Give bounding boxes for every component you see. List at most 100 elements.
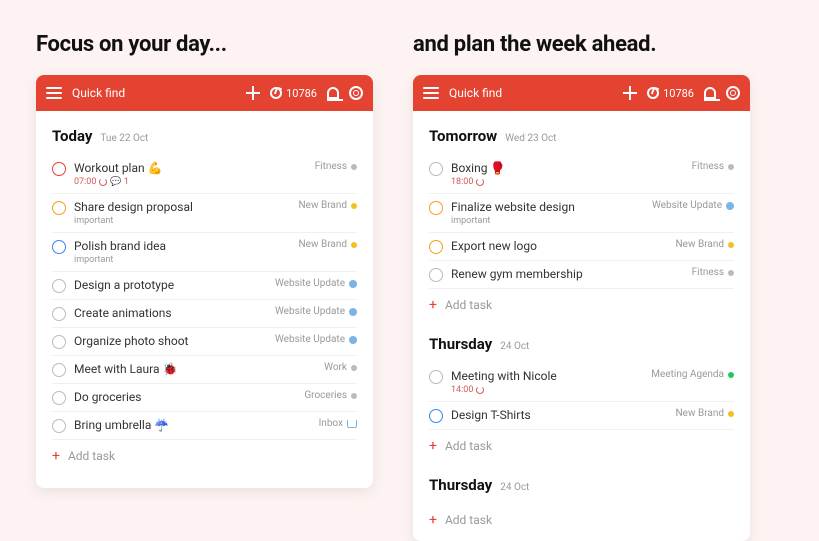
task-project[interactable]: New Brand — [299, 200, 357, 211]
task-meta: 14:00 — [451, 385, 643, 395]
task-row[interactable]: Meeting with Nicole 14:00 Meeting Agenda — [429, 363, 734, 402]
project-dot-icon — [728, 411, 734, 417]
project-dot-icon — [351, 365, 357, 371]
task-checkbox[interactable] — [52, 335, 66, 349]
add-task-button[interactable]: + Add task — [429, 504, 734, 532]
task-project[interactable]: New Brand — [676, 239, 734, 250]
section-date: 24 Oct — [500, 341, 529, 352]
recurring-icon — [476, 386, 484, 394]
task-row[interactable]: Organize photo shoot Website Update — [52, 328, 357, 356]
task-row[interactable]: Renew gym membership Fitness — [429, 261, 734, 289]
section-date: 24 Oct — [500, 482, 529, 493]
karma-count[interactable]: 10786 — [270, 87, 317, 100]
project-dot-icon — [728, 164, 734, 170]
section-title: Tomorrow — [429, 127, 497, 145]
task-checkbox[interactable] — [52, 201, 66, 215]
task-row[interactable]: Design T-Shirts New Brand — [429, 402, 734, 430]
task-row[interactable]: Design a prototype Website Update — [52, 272, 357, 300]
task-row[interactable]: Do groceries Groceries — [52, 384, 357, 412]
plus-icon: + — [429, 512, 437, 528]
task-project[interactable]: Website Update — [275, 306, 357, 317]
task-checkbox[interactable] — [52, 363, 66, 377]
inbox-icon — [347, 420, 357, 428]
task-meta: important — [74, 255, 291, 265]
task-checkbox[interactable] — [429, 370, 443, 384]
task-row[interactable]: Create animations Website Update — [52, 300, 357, 328]
add-task-button[interactable]: + Add task — [429, 430, 734, 458]
task-project[interactable]: Website Update — [652, 200, 734, 211]
app-card-upcoming: Quick find 10786 Tomorrow Wed 23 Oct Box… — [413, 75, 750, 541]
add-task-label: Add task — [68, 449, 115, 463]
page-heading-left: Focus on your day... — [36, 32, 373, 57]
add-icon[interactable] — [623, 86, 637, 100]
comment-count: 💬 1 — [110, 177, 129, 187]
task-project[interactable]: Fitness — [692, 161, 734, 172]
task-row[interactable]: Finalize website design important Websit… — [429, 194, 734, 233]
settings-icon[interactable] — [726, 86, 740, 100]
task-name: Share design proposal — [74, 200, 291, 214]
task-row[interactable]: Polish brand idea important New Brand — [52, 233, 357, 272]
add-task-button[interactable]: + Add task — [429, 289, 734, 317]
task-checkbox[interactable] — [429, 240, 443, 254]
menu-icon[interactable] — [46, 87, 62, 99]
quick-find-input[interactable]: Quick find — [72, 86, 246, 100]
task-project[interactable]: Inbox — [319, 418, 357, 429]
task-name: Design a prototype — [74, 278, 267, 292]
task-list-upcoming: Tomorrow Wed 23 Oct Boxing 🥊 18:00 Fitne… — [413, 111, 750, 541]
task-project[interactable]: Meeting Agenda — [651, 369, 734, 380]
section-title: Thursday — [429, 476, 492, 494]
task-checkbox[interactable] — [52, 307, 66, 321]
recurring-icon — [476, 178, 484, 186]
karma-count[interactable]: 10786 — [647, 87, 694, 100]
project-dot-icon — [728, 372, 734, 378]
task-project[interactable]: Work — [324, 362, 357, 373]
section-header: Thursday 24 Oct — [429, 335, 734, 353]
task-name: Do groceries — [74, 390, 296, 404]
notifications-icon[interactable] — [704, 87, 716, 99]
task-name: Organize photo shoot — [74, 334, 267, 348]
task-name: Create animations — [74, 306, 267, 320]
assignee-icon — [349, 308, 357, 316]
assignee-icon — [349, 336, 357, 344]
task-meta: important — [74, 216, 291, 226]
project-dot-icon — [351, 242, 357, 248]
task-project[interactable]: Website Update — [275, 278, 357, 289]
task-name: Boxing 🥊 — [451, 161, 684, 175]
task-project[interactable]: Fitness — [692, 267, 734, 278]
task-checkbox[interactable] — [429, 409, 443, 423]
notifications-icon[interactable] — [327, 87, 339, 99]
task-checkbox[interactable] — [429, 201, 443, 215]
task-project[interactable]: New Brand — [676, 408, 734, 419]
task-project[interactable]: New Brand — [299, 239, 357, 250]
add-task-button[interactable]: + Add task — [52, 440, 357, 468]
task-row[interactable]: Bring umbrella ☔ Inbox — [52, 412, 357, 440]
task-checkbox[interactable] — [429, 268, 443, 282]
add-task-label: Add task — [445, 298, 492, 312]
task-project[interactable]: Fitness — [315, 161, 357, 172]
task-checkbox[interactable] — [52, 391, 66, 405]
task-name: Polish brand idea — [74, 239, 291, 253]
plus-icon: + — [429, 297, 437, 313]
section-title: Thursday — [429, 335, 492, 353]
quick-find-input[interactable]: Quick find — [449, 86, 623, 100]
task-name: Renew gym membership — [451, 267, 684, 281]
section-header: Tomorrow Wed 23 Oct — [429, 127, 734, 145]
project-dot-icon — [351, 164, 357, 170]
add-task-label: Add task — [445, 439, 492, 453]
add-icon[interactable] — [246, 86, 260, 100]
settings-icon[interactable] — [349, 86, 363, 100]
section-header: Today Tue 22 Oct — [52, 127, 357, 145]
task-checkbox[interactable] — [429, 162, 443, 176]
task-row[interactable]: Meet with Laura 🐞 Work — [52, 356, 357, 384]
task-project[interactable]: Groceries — [304, 390, 357, 401]
task-project[interactable]: Website Update — [275, 334, 357, 345]
menu-icon[interactable] — [423, 87, 439, 99]
task-row[interactable]: Workout plan 💪 07:00💬 1 Fitness — [52, 155, 357, 194]
task-row[interactable]: Export new logo New Brand — [429, 233, 734, 261]
task-checkbox[interactable] — [52, 240, 66, 254]
task-checkbox[interactable] — [52, 162, 66, 176]
task-row[interactable]: Share design proposal important New Bran… — [52, 194, 357, 233]
task-checkbox[interactable] — [52, 419, 66, 433]
task-checkbox[interactable] — [52, 279, 66, 293]
task-row[interactable]: Boxing 🥊 18:00 Fitness — [429, 155, 734, 194]
